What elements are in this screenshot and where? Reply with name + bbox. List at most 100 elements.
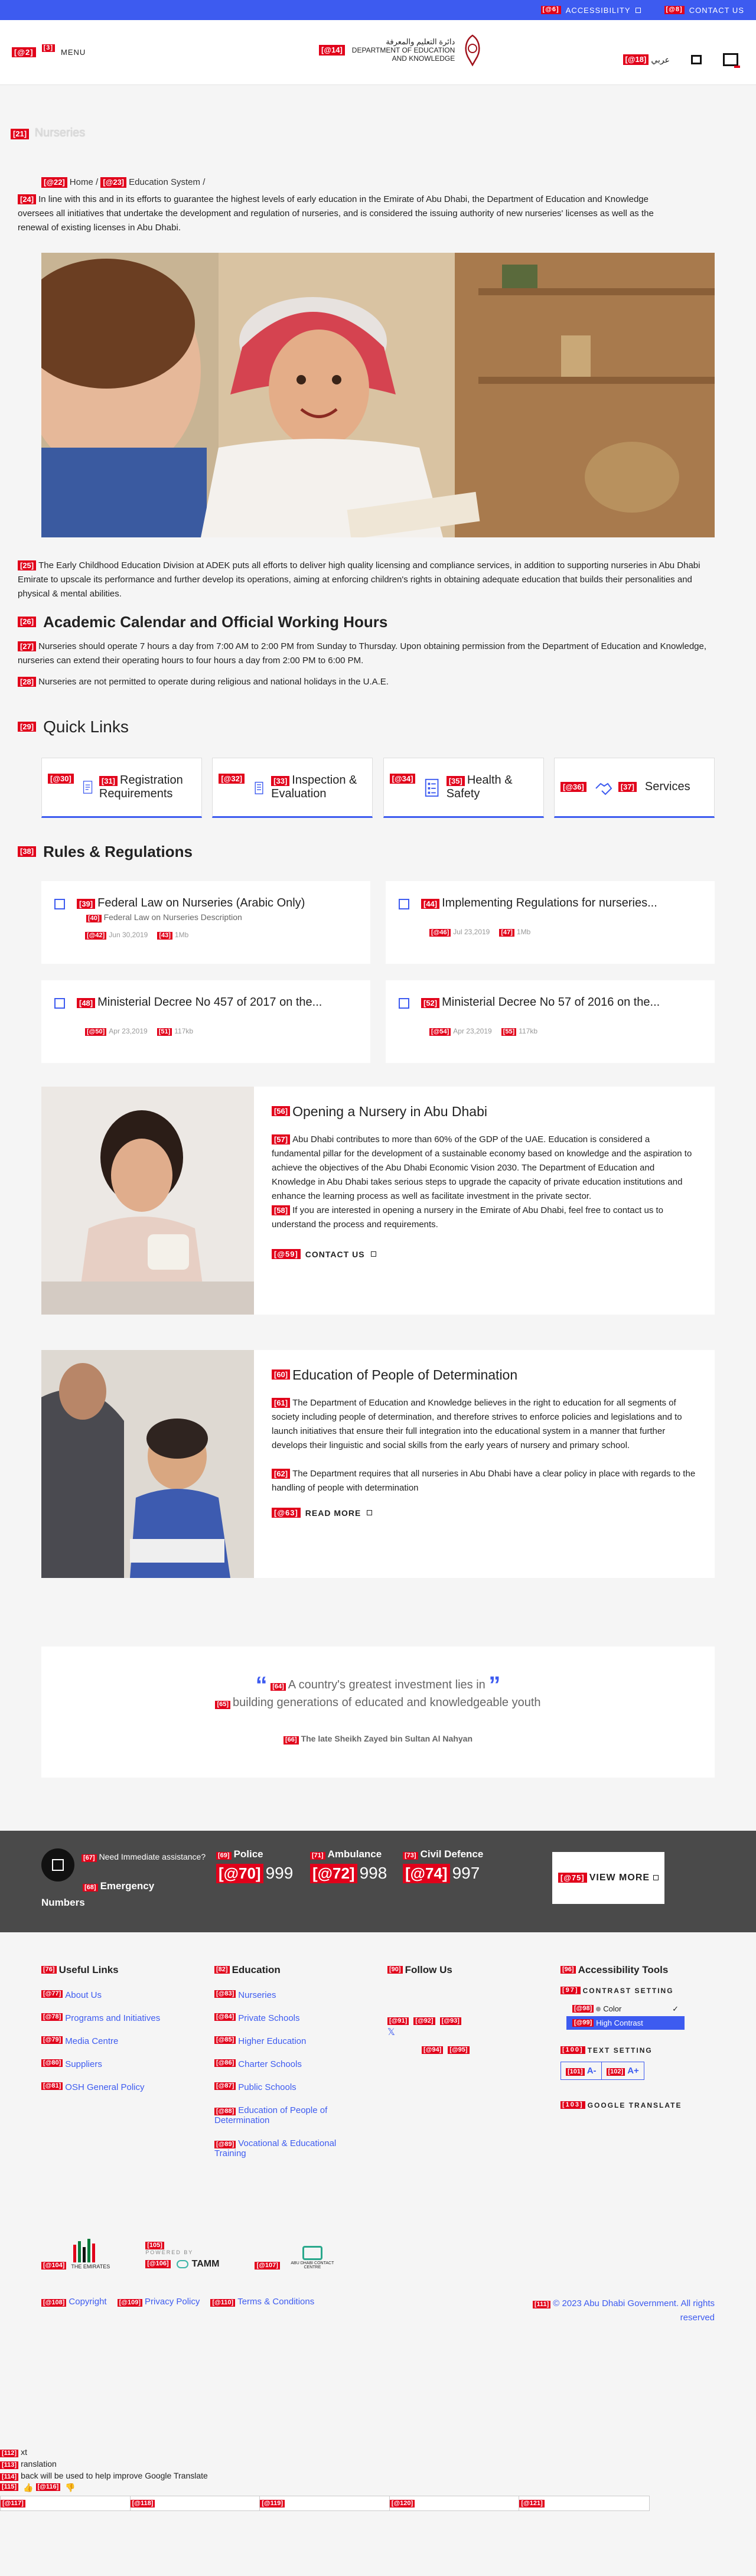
quote-author: [66] The late Sheikh Zayed bin Sultan Al … (41, 1734, 715, 1744)
contact-centre-logo[interactable]: [@107] ABU DHABI CONTACT CENTRE (255, 2245, 338, 2270)
quick-links-heading: [29] Quick Links (0, 718, 756, 736)
tamm-symbol-icon (176, 2259, 188, 2268)
regulation-card[interactable]: [44] Implementing Regulations for nurseri… (386, 881, 715, 964)
document-checkbox-icon (54, 898, 65, 909)
useful-links-column: [76] Useful Links [@77] About Us [@78] Prog… (41, 1964, 214, 2171)
footer-link-vocational[interactable]: [@89] Vocational & Educational Training (214, 2138, 350, 2158)
logo-text: دائرة التعليم والمعرفة DEPARTMENT OF EDU… (351, 37, 455, 63)
facebook-icon[interactable]: [@91] (387, 2017, 409, 2025)
ambulance-number[interactable]: [71] Ambulance [@72] 998 (310, 1848, 387, 1883)
footer-link-higher-education[interactable]: [@85] Higher Education (214, 2036, 387, 2046)
translate-options-row: [@117] [@118] [@119] [@120] [@121] (0, 2495, 650, 2511)
translate-feedback: [112] xt [113] ranslation [114] back will b… (0, 2446, 650, 2511)
partner-logos: [@104] THE EMIRATES [105] POWERED BY [@1… (41, 2216, 715, 2270)
copyright-link[interactable]: [@108] Copyright (41, 2297, 107, 2325)
page-title: [21] Nurseries (0, 85, 756, 156)
google-translate-link[interactable]: [103] GOOGLE TRANSLATE (561, 2101, 714, 2109)
thumbs-down-glyph-icon: 👎 (65, 2482, 76, 2492)
breadcrumb-education-system[interactable]: Education System (129, 177, 200, 187)
teacher-child-image (41, 1349, 254, 1578)
site-header: [@2] [3] MENU [@14] دائرة التعليم والمعر… (0, 20, 756, 85)
civil-defence-number[interactable]: [73] Civil Defence [@74] 997 (403, 1848, 483, 1883)
linkedin-icon[interactable]: [@93] (439, 2017, 461, 2025)
privacy-policy-link[interactable]: [@109] Privacy Policy (117, 2297, 200, 2325)
text-size-controls: [101] A- [102] A+ (561, 2061, 644, 2080)
footer-link-about-us[interactable]: [@77] About Us (41, 1990, 214, 2000)
regulation-card[interactable]: [39] Federal Law on Nurseries (Arabic Onl… (41, 881, 370, 964)
ecd-paragraph: [25] The Early Childhood Education Divisi… (18, 560, 700, 599)
envelope-icon (302, 2245, 322, 2260)
high-contrast-option[interactable]: [@99] High Contrast (566, 2016, 685, 2030)
contact-us-link[interactable]: [@8] CONTACT US (664, 6, 744, 15)
education-column: [82] Education [@83] Nurseries [@84] Privat… (214, 1964, 387, 2171)
read-more-button[interactable]: [@63] READ MORE (272, 1506, 697, 1520)
breadcrumb-home[interactable]: Home (70, 177, 93, 187)
child-with-keffiyeh-image (41, 252, 715, 537)
girl-puzzle-image (41, 1086, 254, 1315)
regulations-list: [39] Federal Law on Nurseries (Arabic Onl… (41, 881, 715, 1063)
accessibility-link[interactable]: [@6] ACCESSIBILITY (540, 6, 641, 15)
external-link-icon (370, 1251, 376, 1257)
decrease-text-button[interactable]: [101] A- (561, 2062, 602, 2079)
quote-block: “ [64] A country's greatest investment li… (41, 1646, 715, 1778)
accessibility-tools-column: [96] Accessibility Tools [97] CONTRAST SET… (561, 1964, 714, 2171)
determination-paragraph-1: [61] The Department of Education and Know… (272, 1397, 682, 1450)
menu-button[interactable]: [@2] [3] MENU (12, 44, 86, 58)
site-footer: [76] Useful Links [@77] About Us [@78] Prog… (0, 1932, 756, 2576)
tamm-logo[interactable]: [105] POWERED BY [@106] TAMM (145, 2241, 219, 2270)
instagram-icon[interactable]: [@92] (413, 2017, 435, 2025)
adek-logo[interactable]: [@14] دائرة التعليم والمعرفة DEPARTMENT … (319, 33, 485, 67)
youtube-icon[interactable]: [@94] (422, 2046, 444, 2054)
accessibility-icon (635, 7, 641, 13)
footer-link-private-schools[interactable]: [@84] Private Schools (214, 2013, 387, 2023)
opening-nursery-section: [56] Opening a Nursery in Abu Dhabi [57] A… (41, 1086, 715, 1315)
calendar-heading: [26] Academic Calendar and Official Worki… (0, 613, 756, 631)
document-checkbox-icon (399, 898, 409, 909)
determination-paragraph-2: [62] The Department requires that all nur… (272, 1468, 696, 1493)
document-icon (83, 780, 92, 794)
thumbs-up-glyph-icon: 👍 (23, 2482, 34, 2492)
working-hours-paragraph: [27] Nurseries should operate 7 hours a d… (18, 641, 707, 666)
rules-heading: [38] Rules & Regulations (0, 843, 756, 861)
view-more-button[interactable]: [@75] VIEW MORE (552, 1851, 664, 1904)
uae-bars-icon (73, 2238, 96, 2262)
color-contrast-option[interactable]: [@98] Color ✓ (566, 2002, 685, 2016)
thumbs-up-icon[interactable]: [115] (0, 2483, 19, 2492)
police-number[interactable]: [69] Police [@70] 999 (216, 1848, 293, 1883)
intro-paragraph: [24] In line with this and in its efforts… (18, 194, 654, 233)
x-twitter-icon[interactable]: 𝕏 (387, 2026, 561, 2038)
handshake-icon (595, 782, 612, 795)
falcon-emblem-icon (465, 34, 480, 67)
emergency-bar: [67] Need Immediate assistance? [68] Emerg… (0, 1830, 756, 1932)
external-link-icon (653, 1875, 659, 1881)
regulation-card[interactable]: [48] Ministerial Decree No 457 of 2017 on… (41, 980, 370, 1063)
contact-us-button[interactable]: [@59] CONTACT US (272, 1247, 697, 1261)
quick-link-inspection[interactable]: [@32] [33] Inspection & Evaluation (212, 757, 373, 818)
increase-text-button[interactable]: [102] A+ (602, 2062, 644, 2079)
accessibility-toggle-icon[interactable] (723, 53, 740, 68)
footer-link-osh[interactable]: [@81] OSH General Policy (41, 2082, 214, 2092)
uae-logo[interactable]: [@104] THE EMIRATES (41, 2238, 110, 2270)
quick-link-services[interactable]: [@36] [37] Services (553, 757, 715, 818)
search-icon[interactable] (691, 55, 702, 64)
language-toggle[interactable]: [@18] عربي (623, 54, 670, 65)
footer-link-programs[interactable]: [@78] Programs and Initiatives (41, 2013, 214, 2023)
document-checkbox-icon (399, 997, 409, 1009)
copyright-notice: [111] © 2023 Abu Dhabi Government. All ri… (514, 2297, 715, 2325)
building-icon (255, 781, 263, 794)
footer-link-charter-schools[interactable]: [@86] Charter Schools (214, 2059, 387, 2069)
terms-link[interactable]: [@110] Terms & Conditions (210, 2297, 314, 2325)
quick-link-registration[interactable]: [@30] [31] Registration Requirements (41, 757, 202, 818)
thumbs-down-icon[interactable]: [@116] (35, 2483, 61, 2492)
footer-link-nurseries[interactable]: [@83] Nurseries (214, 1990, 387, 2000)
footer-link-media-centre[interactable]: [@79] Media Centre (41, 2036, 214, 2046)
snapchat-icon[interactable]: [@95] (448, 2046, 470, 2054)
quick-link-health-safety[interactable]: [@34] [35] Health & Safety (383, 757, 544, 818)
footer-link-people-of-determination[interactable]: [@88] Education of People of Determinatio… (214, 2105, 350, 2125)
footer-link-public-schools[interactable]: [@87] Public Schools (214, 2082, 387, 2092)
document-checkbox-icon (54, 997, 65, 1009)
regulation-card[interactable]: [52] Ministerial Decree No 57 of 2016 on … (386, 980, 715, 1063)
opening-paragraph-2: [58] If you are interested in opening a n… (272, 1205, 663, 1230)
determination-section: [60] Education of People of Determination… (41, 1349, 715, 1578)
footer-link-suppliers[interactable]: [@80] Suppliers (41, 2059, 214, 2069)
